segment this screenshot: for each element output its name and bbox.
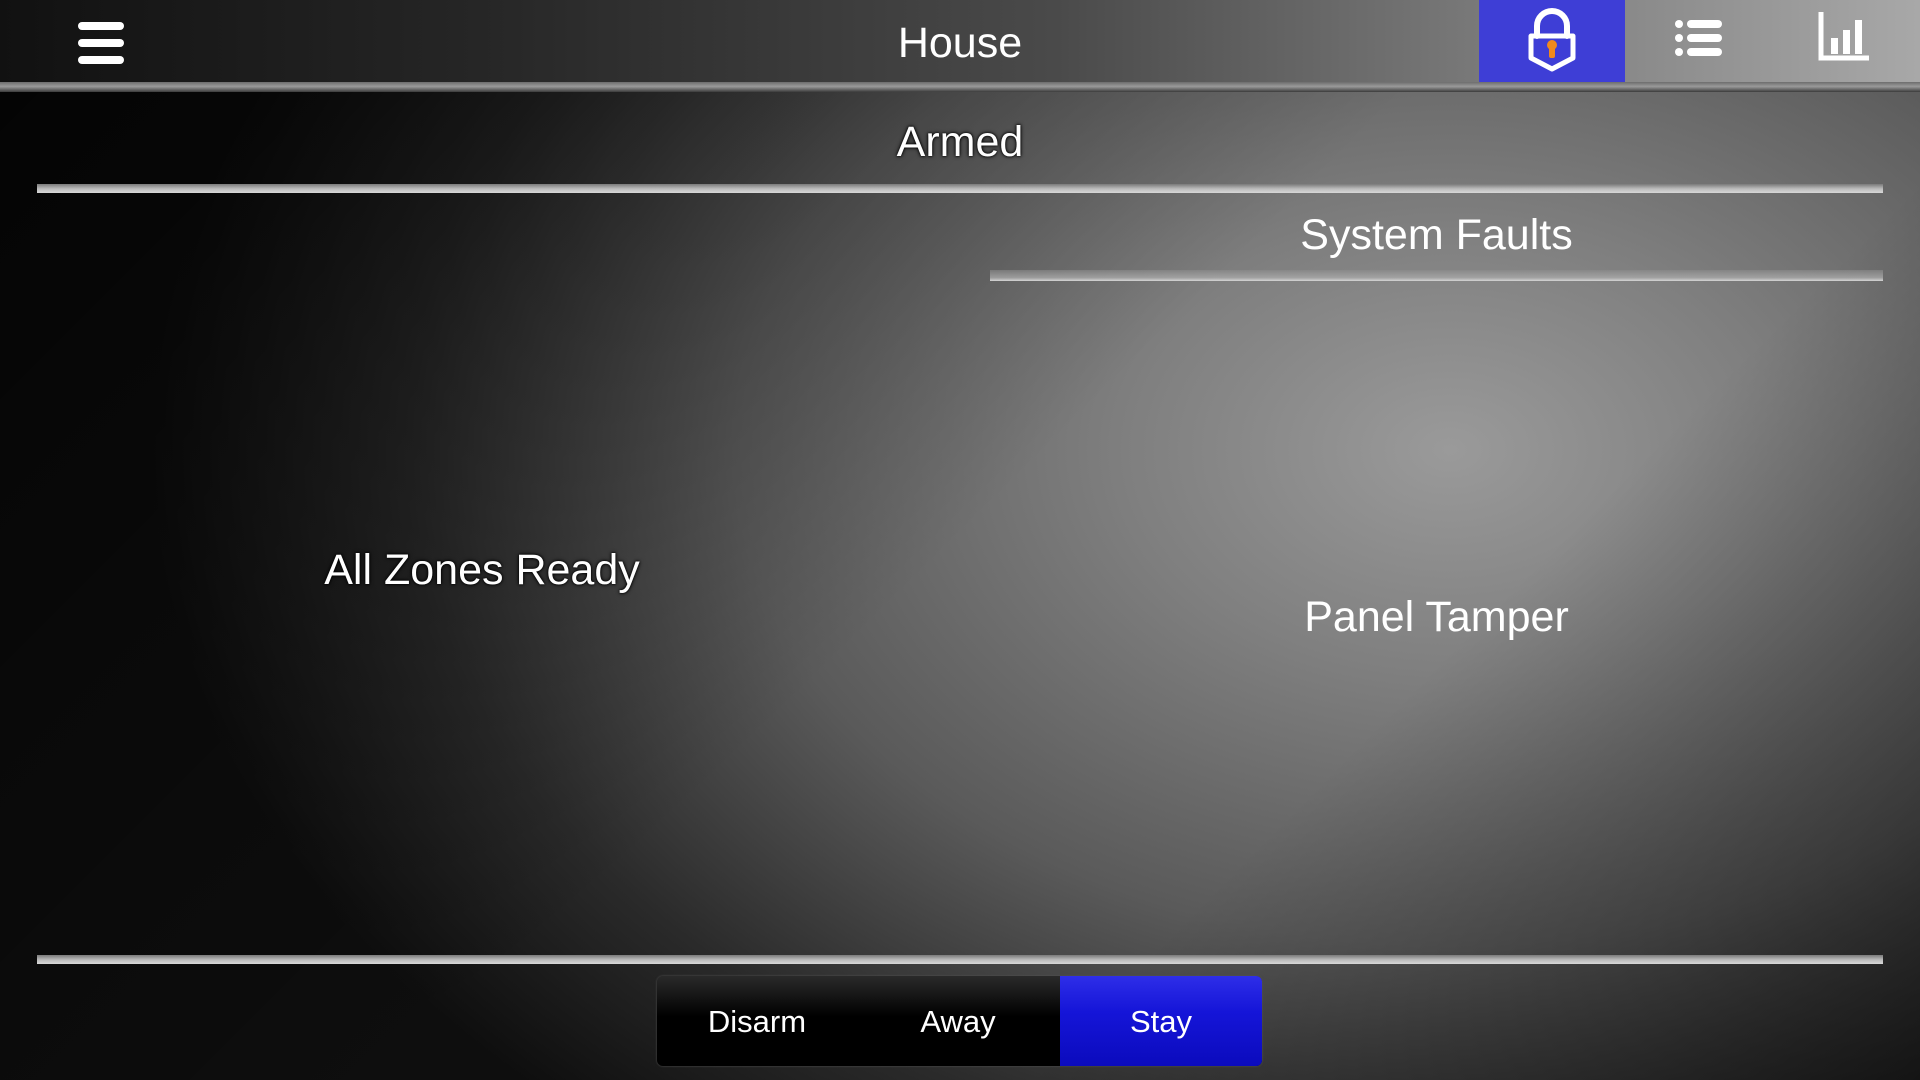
bar-chart-icon xyxy=(1818,12,1869,61)
faults-heading: System Faults xyxy=(1300,211,1573,259)
header-divider xyxy=(0,82,1920,92)
page-title: House xyxy=(897,19,1023,67)
arm-status: Armed xyxy=(896,118,1024,166)
padlock-icon xyxy=(1528,8,1576,72)
arm-mode-selector: Disarm Away Stay xyxy=(657,976,1262,1066)
fault-item[interactable]: Panel Tamper xyxy=(990,587,1883,647)
list-icon xyxy=(1675,20,1722,56)
menu-button[interactable] xyxy=(70,18,132,68)
tab-security[interactable] xyxy=(1479,0,1625,82)
top-bar: House xyxy=(0,0,1920,82)
tab-zones-list[interactable] xyxy=(1625,0,1771,82)
hamburger-menu-icon xyxy=(78,22,124,30)
tab-history[interactable] xyxy=(1771,0,1917,82)
controls-divider xyxy=(37,955,1883,964)
away-button[interactable]: Away xyxy=(857,976,1059,1066)
faults-divider xyxy=(990,270,1883,281)
zones-status: All Zones Ready xyxy=(324,546,640,594)
disarm-button[interactable]: Disarm xyxy=(657,976,857,1066)
hamburger-menu-icon-bar xyxy=(78,56,124,64)
hamburger-menu-icon-bar xyxy=(78,39,124,47)
status-divider xyxy=(37,184,1883,193)
stay-button[interactable]: Stay xyxy=(1060,976,1262,1066)
